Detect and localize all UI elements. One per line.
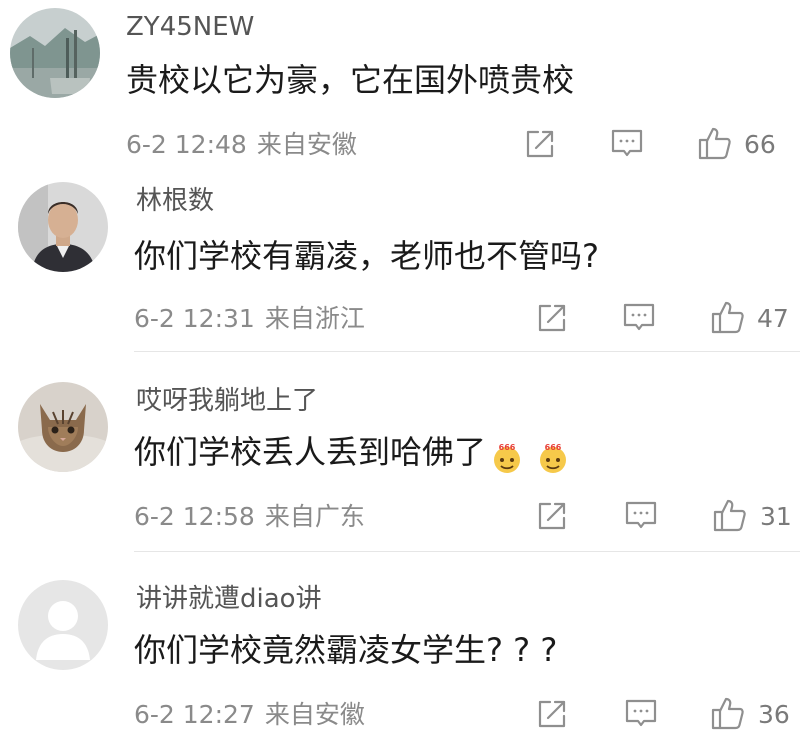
like-icon[interactable] bbox=[710, 299, 746, 335]
share-icon[interactable] bbox=[524, 128, 556, 160]
like-count: 36 bbox=[758, 700, 790, 729]
comment-time: 6-2 12:27 bbox=[134, 700, 255, 729]
comment-item: ZY45NEW 贵校以它为豪，它在国外喷贵校 6-2 12:48 来自安徽 66 bbox=[0, 0, 800, 172]
like-count: 31 bbox=[760, 502, 792, 531]
comment-meta: 6-2 12:31 来自浙江 bbox=[134, 306, 365, 331]
comment-meta: 6-2 12:27 来自安徽 bbox=[134, 702, 365, 727]
comment-item: 林根数 你们学校有霸凌，老师也不管吗? 6-2 12:31 来自浙江 47 bbox=[0, 172, 800, 352]
user-avatar[interactable] bbox=[18, 580, 108, 670]
like-count: 47 bbox=[757, 304, 789, 333]
emoji-666-label: 666 bbox=[545, 443, 562, 452]
comment-item: 哎呀我躺地上了 你们学校丢人丢到哈佛了 666 666 6-2 12:58 来自广… bbox=[0, 352, 800, 552]
comment-item: 讲讲就遭diao讲 你们学校竟然霸凌女学生? ? ? 6-2 12:27 来自安徽… bbox=[0, 552, 800, 739]
like-icon[interactable] bbox=[697, 125, 733, 161]
emoji-666-icon: 666 bbox=[494, 443, 521, 473]
username[interactable]: ZY45NEW bbox=[126, 14, 254, 40]
user-avatar[interactable] bbox=[18, 382, 108, 472]
comment-text: 贵校以它为豪，它在国外喷贵校 bbox=[126, 61, 575, 99]
comment-location: 来自安徽 bbox=[264, 700, 365, 729]
comment-icon[interactable] bbox=[624, 698, 658, 730]
comment-location: 来自浙江 bbox=[264, 304, 365, 333]
comment-meta: 6-2 12:58 来自广东 bbox=[134, 504, 365, 529]
username[interactable]: 哎呀我躺地上了 bbox=[136, 388, 318, 414]
comment-location: 来自安徽 bbox=[256, 130, 357, 159]
comment-meta: 6-2 12:48 来自安徽 bbox=[126, 132, 357, 157]
emoji-row: 666 666 bbox=[490, 440, 572, 475]
user-avatar[interactable] bbox=[10, 8, 100, 98]
emoji-666-label: 666 bbox=[499, 443, 516, 452]
like-count: 66 bbox=[744, 130, 776, 159]
username[interactable]: 讲讲就遭diao讲 bbox=[136, 586, 322, 612]
comment-location: 来自广东 bbox=[264, 502, 365, 531]
comment-text-body: 你们学校丢人丢到哈佛了 bbox=[134, 433, 487, 471]
user-avatar[interactable] bbox=[18, 182, 108, 272]
share-icon[interactable] bbox=[536, 500, 568, 532]
comment-icon[interactable] bbox=[624, 500, 658, 532]
like-icon[interactable] bbox=[712, 497, 748, 533]
comment-time: 6-2 12:48 bbox=[126, 130, 247, 159]
share-icon[interactable] bbox=[536, 302, 568, 334]
comment-icon[interactable] bbox=[622, 302, 656, 334]
like-icon[interactable] bbox=[710, 695, 746, 731]
comment-text: 你们学校丢人丢到哈佛了 666 666 bbox=[134, 436, 572, 475]
share-icon[interactable] bbox=[536, 698, 568, 730]
comment-text: 你们学校竟然霸凌女学生? ? ? bbox=[134, 631, 558, 669]
comment-icon[interactable] bbox=[610, 128, 644, 160]
emoji-666-icon: 666 bbox=[540, 443, 567, 473]
comment-time: 6-2 12:31 bbox=[134, 304, 255, 333]
comment-text: 你们学校有霸凌，老师也不管吗? bbox=[134, 237, 599, 275]
username[interactable]: 林根数 bbox=[136, 188, 214, 214]
comment-time: 6-2 12:58 bbox=[134, 502, 255, 531]
